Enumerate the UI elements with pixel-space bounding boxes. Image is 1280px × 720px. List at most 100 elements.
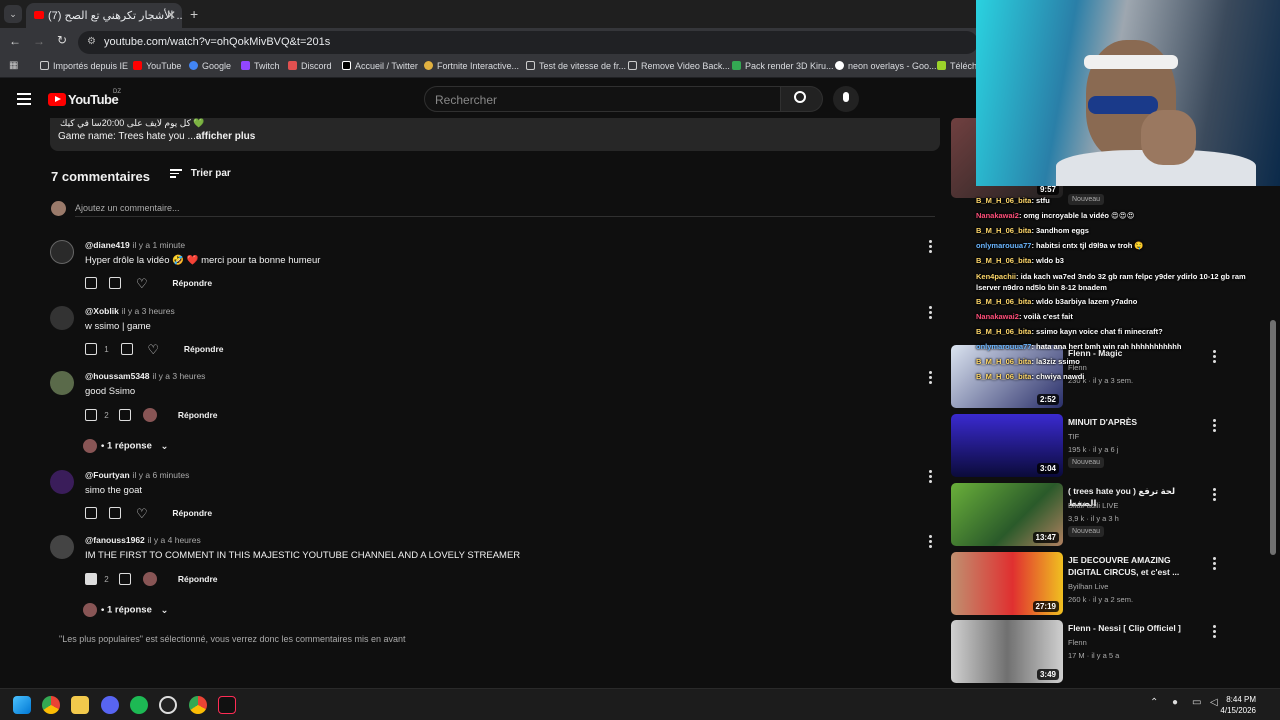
more-options-icon[interactable] <box>929 371 932 386</box>
more-options-icon[interactable] <box>929 535 932 550</box>
search-input[interactable]: Rechercher <box>424 86 781 112</box>
mic-tray-icon[interactable]: ● <box>1172 697 1178 708</box>
bookmark-item[interactable]: Google <box>189 61 231 71</box>
commenter-avatar[interactable] <box>50 371 74 395</box>
bookmark-item[interactable]: Discord <box>288 61 332 71</box>
youtube-logo-text[interactable]: YouTube <box>68 92 119 107</box>
like-icon[interactable] <box>85 409 97 421</box>
volume-icon[interactable]: ◁ <box>1210 697 1218 708</box>
dislike-icon[interactable] <box>120 343 133 355</box>
youtube-logo-icon[interactable] <box>48 93 66 106</box>
reply-button[interactable]: Répondre <box>178 574 218 584</box>
sort-button[interactable]: Trier par <box>170 168 231 179</box>
tray-chevron-icon[interactable]: ⌃ <box>1150 697 1158 708</box>
dislike-icon[interactable] <box>109 277 122 289</box>
dislike-icon[interactable] <box>109 507 122 519</box>
video-thumbnail[interactable]: 27:19 <box>951 552 1063 615</box>
channel-name[interactable]: Flenn <box>1068 638 1087 647</box>
heart-icon[interactable]: ♡ <box>136 277 148 290</box>
more-options-icon[interactable] <box>1213 419 1216 434</box>
back-icon[interactable]: ← <box>9 34 21 48</box>
spotify-icon[interactable] <box>130 696 148 714</box>
related-video[interactable]: 13:47 ( trees hate you ) لحة ترفع الضغط … <box>951 483 1280 546</box>
comment-time[interactable]: il y a 3 heures <box>122 306 175 316</box>
show-replies-button[interactable]: • 1 réponse ⌄ <box>83 439 168 453</box>
menu-icon[interactable] <box>17 93 31 108</box>
comment-time[interactable]: il y a 1 minute <box>133 240 185 250</box>
apps-grid-icon[interactable]: ▦ <box>9 60 18 71</box>
commenter-avatar[interactable] <box>50 306 74 330</box>
reply-button[interactable]: Répondre <box>172 508 212 518</box>
show-replies-button[interactable]: • 1 réponse ⌄ <box>83 603 168 617</box>
like-icon[interactable] <box>85 277 97 289</box>
bookmark-item[interactable]: Test de vitesse de fr... <box>526 61 626 71</box>
bookmark-item[interactable]: Twitch <box>241 61 280 71</box>
related-video[interactable]: 27:19 JE DECOUVRE AMAZING DIGITAL CIRCUS… <box>951 552 1280 615</box>
video-title[interactable]: Flenn - Nessi [ Clip Officiel ] <box>1068 622 1203 634</box>
bookmark-item[interactable]: Importés depuis IE <box>40 61 128 71</box>
video-title[interactable]: JE DECOUVRE AMAZING DIGITAL CIRCUS, et c… <box>1068 554 1203 578</box>
bookmark-item[interactable]: YouTube <box>133 61 181 71</box>
heart-icon[interactable]: ♡ <box>147 343 159 356</box>
system-clock[interactable]: 8:44 PM 4/15/2026 <box>1220 694 1256 716</box>
tab-list-button[interactable]: ⌄ <box>4 5 22 23</box>
new-tab-button[interactable]: + <box>190 6 198 22</box>
page-scrollbar[interactable] <box>1270 320 1276 555</box>
voice-search-button[interactable] <box>833 86 859 112</box>
video-title[interactable]: MINUIT D'APRÈS <box>1068 416 1203 428</box>
url-field[interactable]: ⚙ youtube.com/watch?v=ohQokMivBVQ&t=201s <box>78 31 978 54</box>
file-explorer-icon[interactable] <box>71 696 89 714</box>
reply-button[interactable]: Répondre <box>184 344 224 354</box>
more-options-icon[interactable] <box>1213 625 1216 640</box>
channel-name[interactable]: TIF <box>1068 432 1079 441</box>
like-icon[interactable] <box>85 507 97 519</box>
commenter-avatar[interactable] <box>50 240 74 264</box>
more-options-icon[interactable] <box>1213 488 1216 503</box>
related-video[interactable]: 3:49 Flenn - Nessi [ Clip Officiel ] Fle… <box>951 620 1280 683</box>
more-options-icon[interactable] <box>929 240 932 255</box>
bookmark-item[interactable]: Fortnite Interactive... <box>424 61 519 71</box>
comment-handle[interactable]: @Fourtyan <box>85 470 130 480</box>
like-icon[interactable] <box>85 343 97 355</box>
video-thumbnail[interactable]: 13:47 <box>951 483 1063 546</box>
close-tab-icon[interactable]: ✕ <box>166 8 176 22</box>
site-info-icon[interactable]: ⚙ <box>87 36 96 47</box>
windows-start-icon[interactable] <box>13 696 31 714</box>
reply-button[interactable]: Répondre <box>172 278 212 288</box>
video-thumbnail[interactable]: 3:04 <box>951 414 1063 477</box>
forward-icon[interactable]: → <box>33 34 45 48</box>
like-icon[interactable] <box>85 573 97 585</box>
channel-name[interactable]: Byilhan Live <box>1068 582 1108 591</box>
video-thumbnail[interactable]: 3:49 <box>951 620 1063 683</box>
more-options-icon[interactable] <box>929 470 932 485</box>
reload-icon[interactable]: ↻ <box>57 33 67 47</box>
commenter-avatar[interactable] <box>50 535 74 559</box>
related-video[interactable]: 3:04 MINUIT D'APRÈS TIF 195 k · il y a 6… <box>951 414 1280 477</box>
add-comment-input[interactable]: Ajoutez un commentaire... <box>75 203 935 217</box>
comment-time[interactable]: il y a 3 heures <box>153 371 206 381</box>
bookmark-item[interactable]: Pack render 3D Kiru... <box>732 61 834 71</box>
browser-tab-active[interactable]: (7) الأشجار تكرهني تع الصح ... ✕ <box>26 3 182 28</box>
display-icon[interactable]: ▭ <box>1192 697 1201 708</box>
comment-time[interactable]: il y a 6 minutes <box>133 470 190 480</box>
channel-name[interactable]: BilalFadili LIVE <box>1068 501 1118 510</box>
discord-icon[interactable] <box>101 696 119 714</box>
heart-icon[interactable]: ♡ <box>136 507 148 520</box>
bookmark-item[interactable]: Accueil / Twitter <box>342 61 418 71</box>
comment-handle[interactable]: @houssam5348 <box>85 371 150 381</box>
more-options-icon[interactable] <box>1213 557 1216 572</box>
bookmark-item[interactable]: neon overlays - Goo... <box>835 61 937 71</box>
chrome-profile-icon[interactable] <box>189 696 207 714</box>
reply-button[interactable]: Répondre <box>178 410 218 420</box>
commenter-avatar[interactable] <box>50 470 74 494</box>
more-options-icon[interactable] <box>929 306 932 321</box>
dislike-icon[interactable] <box>118 573 131 585</box>
show-more-link[interactable]: afficher plus <box>196 131 255 142</box>
tiktok-icon[interactable] <box>218 696 236 714</box>
comment-handle[interactable]: @Xoblik <box>85 306 119 316</box>
comment-handle[interactable]: @diane419 <box>85 240 130 250</box>
more-options-icon[interactable] <box>1213 350 1216 365</box>
dislike-icon[interactable] <box>118 409 131 421</box>
search-button[interactable] <box>781 86 823 112</box>
bookmark-item[interactable]: Remove Video Back... <box>628 61 730 71</box>
